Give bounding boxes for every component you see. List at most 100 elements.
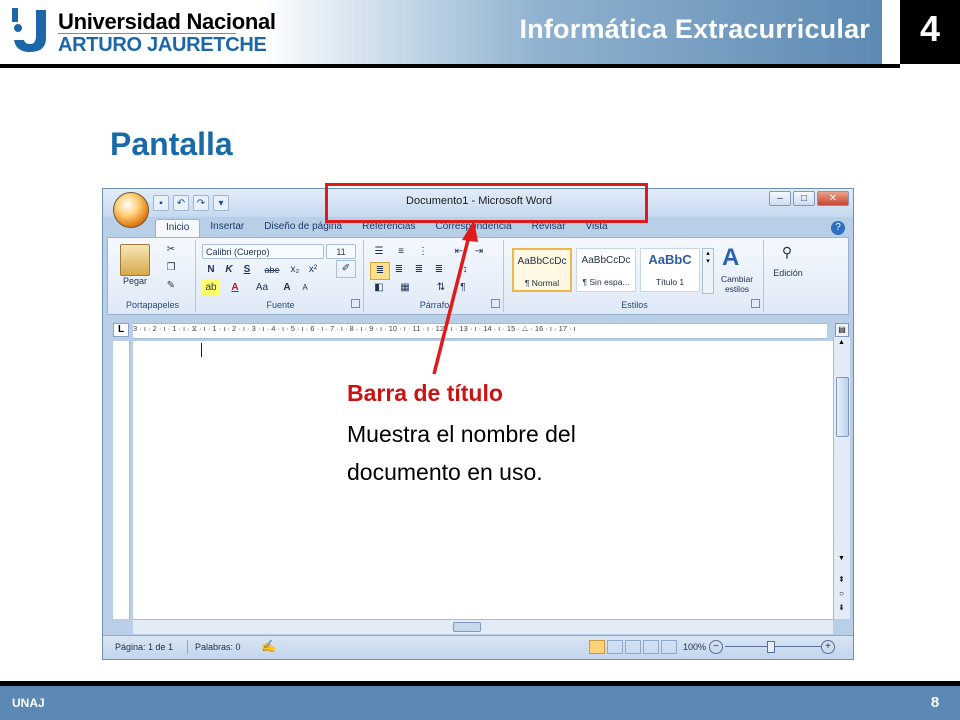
annotation-description-line1: Muestra el nombre del — [347, 421, 576, 447]
align-center-icon[interactable]: ≣ — [390, 262, 408, 278]
horizontal-ruler[interactable]: 3 · ı · 2 · ı · 1 · ı · ⧖ · ı · 1 · ı · … — [133, 323, 827, 339]
group-fuente: Calibri (Cuerpo) 11 N K S abe x₂ x² ✐ ab… — [198, 240, 364, 312]
style-titulo-1[interactable]: AaBbC Título 1 — [640, 248, 700, 292]
sort-icon[interactable]: ⇅ — [432, 280, 450, 296]
edicion-label[interactable]: Edición — [766, 268, 810, 278]
decrease-indent-icon[interactable]: ⇤ — [450, 244, 468, 260]
view-full-screen-icon[interactable] — [607, 640, 623, 654]
style-preview: AaBbCcDc — [517, 256, 567, 267]
tab-insertar[interactable]: Insertar — [200, 219, 254, 237]
zoom-level[interactable]: 100% — [683, 642, 706, 652]
subscript-button[interactable]: x₂ — [286, 262, 304, 278]
view-web-icon[interactable] — [625, 640, 641, 654]
status-page[interactable]: Página: 1 de 1 — [115, 642, 173, 652]
office-button-icon[interactable] — [113, 192, 149, 228]
borders-icon[interactable]: ▦ — [396, 280, 414, 296]
align-right-icon[interactable]: ≣ — [410, 262, 428, 278]
hscroll-thumb[interactable] — [453, 622, 481, 632]
change-styles-label[interactable]: Cambiar estilos — [714, 274, 760, 294]
multilevel-list-icon[interactable]: ⋮ — [414, 244, 432, 260]
logo-university-name: Universidad Nacional — [58, 9, 276, 34]
view-outline-icon[interactable] — [643, 640, 659, 654]
scroll-thumb[interactable] — [836, 377, 849, 437]
scroll-up-icon[interactable]: ▲ — [836, 339, 847, 349]
show-marks-button[interactable]: ¶ — [454, 280, 472, 296]
unit-number: 4 — [919, 8, 941, 49]
group-estilos: AaBbCcDc ¶ Normal AaBbCcDc ¶ Sin espa...… — [506, 240, 764, 312]
bullets-icon[interactable]: ☰ — [370, 244, 388, 260]
highlight-icon[interactable]: ab — [202, 280, 220, 296]
horizontal-scrollbar[interactable] — [133, 619, 833, 634]
shrink-font-button[interactable]: A — [296, 280, 314, 296]
binoculars-icon[interactable]: ⚲ — [776, 244, 798, 264]
proofing-icon[interactable]: ✍ — [261, 639, 276, 653]
dialog-launcher-icon[interactable] — [351, 299, 360, 308]
logo-university-subname: ARTURO JAURETCHE — [58, 34, 267, 56]
annotation-description-line2: documento en uso. — [347, 459, 543, 485]
next-page-icon[interactable]: ⇟ — [836, 603, 847, 612]
tab-selector-icon[interactable]: L — [113, 323, 129, 337]
shading-icon[interactable]: ◧ — [370, 280, 388, 296]
paste-label[interactable]: Pegar — [118, 276, 152, 286]
group-edicion: ⚲ Edición — [766, 240, 810, 312]
ribbon: Pegar ✂ ❐ ✎ Portapapeles Calibri (Cuerpo… — [107, 237, 849, 315]
copy-icon[interactable]: ❐ — [162, 260, 180, 276]
status-words[interactable]: Palabras: 0 — [195, 642, 241, 652]
align-left-icon[interactable]: ≣ — [370, 262, 390, 280]
line-spacing-icon[interactable]: ↕ — [456, 262, 474, 278]
style-normal[interactable]: AaBbCcDc ¶ Normal — [512, 248, 572, 292]
view-draft-icon[interactable] — [661, 640, 677, 654]
grow-font-button[interactable]: A — [278, 280, 296, 296]
font-color-icon[interactable]: A — [226, 280, 244, 296]
view-ruler-icon[interactable]: ▤ — [835, 323, 849, 337]
increase-indent-icon[interactable]: ⇥ — [470, 244, 488, 260]
bold-button[interactable]: N — [202, 262, 220, 278]
help-icon[interactable]: ? — [831, 221, 845, 235]
zoom-in-icon[interactable]: + — [821, 640, 835, 654]
scroll-down-icon[interactable]: ▼ — [836, 555, 847, 565]
tab-inicio[interactable]: Inicio — [155, 219, 201, 237]
status-bar: Página: 1 de 1 Palabras: 0 ✍ 100% − + — [103, 635, 853, 659]
dialog-launcher-icon[interactable] — [751, 299, 760, 308]
style-sin-espaciado[interactable]: AaBbCcDc ¶ Sin espa... — [576, 248, 636, 292]
style-name: Título 1 — [655, 277, 685, 287]
format-painter-icon[interactable]: ✎ — [162, 278, 180, 294]
style-name: ¶ Normal — [524, 278, 560, 288]
minimize-button[interactable]: – — [769, 191, 791, 206]
font-size-select[interactable]: 11 — [326, 244, 356, 259]
annotation-title: Barra de título — [347, 380, 503, 406]
view-print-layout-icon[interactable] — [589, 640, 605, 654]
status-divider — [187, 640, 188, 654]
clear-format-icon[interactable]: ✐ — [336, 260, 356, 278]
footer-institution: UNAJ — [12, 696, 45, 710]
strikethrough-button[interactable]: abe — [260, 262, 284, 278]
style-name: ¶ Sin espa... — [582, 277, 630, 287]
style-preview: AaBbCcDc — [581, 255, 631, 266]
vertical-ruler[interactable] — [113, 341, 130, 619]
justify-icon[interactable]: ≣ — [430, 262, 448, 278]
prev-page-icon[interactable]: ⇞ — [836, 575, 847, 584]
change-case-button[interactable]: Aa — [252, 280, 272, 296]
dialog-launcher-icon[interactable] — [491, 299, 500, 308]
cut-icon[interactable]: ✂ — [162, 242, 180, 258]
font-name-select[interactable]: Calibri (Cuerpo) — [202, 244, 324, 259]
paste-icon[interactable] — [120, 244, 150, 276]
change-styles-icon[interactable]: A — [722, 244, 739, 272]
close-button[interactable]: ✕ — [817, 191, 849, 206]
zoom-out-icon[interactable]: − — [709, 640, 723, 654]
style-preview: AaBbC — [648, 252, 692, 267]
numbering-icon[interactable]: ≡ — [392, 244, 410, 260]
course-title: Informática Extracurricular — [519, 14, 870, 44]
vertical-scrollbar[interactable]: ▲ ▼ ⇞ ○ ⇟ — [833, 337, 850, 619]
italic-button[interactable]: K — [220, 262, 238, 278]
group-label-fuente: Fuente — [266, 300, 295, 310]
university-logo-icon — [12, 8, 46, 52]
superscript-button[interactable]: x² — [304, 262, 322, 278]
browse-object-icon[interactable]: ○ — [836, 589, 847, 598]
styles-scroll-icon[interactable]: ▴ ▾ — [702, 248, 714, 294]
page-number: 8 — [930, 694, 940, 711]
maximize-button[interactable]: □ — [793, 191, 815, 206]
zoom-slider-thumb[interactable] — [767, 641, 775, 653]
group-portapapeles: Pegar ✂ ❐ ✎ Portapapeles — [110, 240, 196, 312]
underline-button[interactable]: S — [238, 262, 256, 278]
